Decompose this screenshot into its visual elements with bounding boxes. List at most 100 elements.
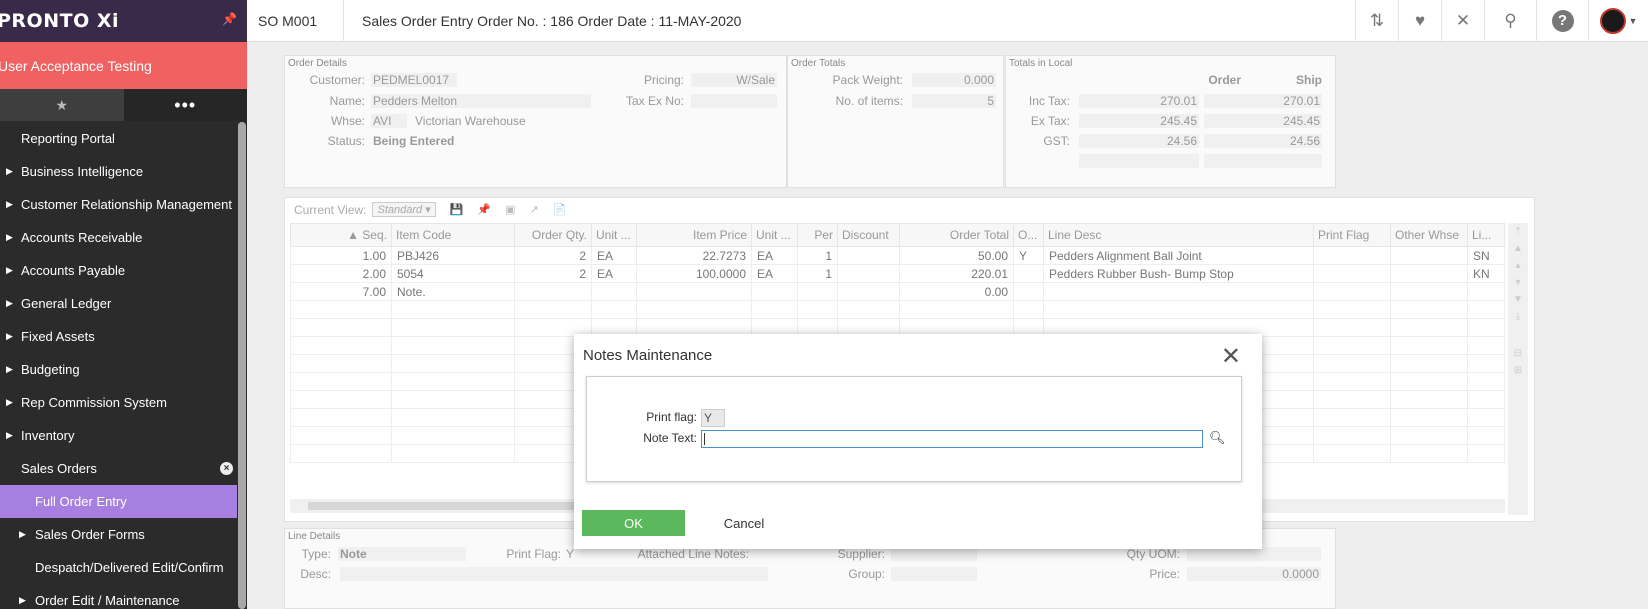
table-cell[interactable]: 1.00 bbox=[290, 246, 392, 265]
table-cell[interactable] bbox=[636, 282, 752, 301]
menu-item-despatch-delivered-edit-confirm[interactable]: Despatch/Delivered Edit/Confirm bbox=[0, 551, 237, 584]
table-cell[interactable] bbox=[1467, 300, 1505, 319]
menu-item-order-edit-maintenance[interactable]: ▶ Order Edit / Maintenance bbox=[0, 584, 237, 609]
transfer-icon[interactable]: ⇅ bbox=[1355, 0, 1398, 42]
export-icon[interactable]: ↗ bbox=[530, 203, 539, 216]
menu-item-accounts-payable[interactable]: ▶ Accounts Payable bbox=[0, 254, 237, 287]
view-select[interactable]: Standard ▾ bbox=[372, 202, 436, 217]
column-header[interactable]: Discount bbox=[837, 223, 900, 247]
table-cell[interactable]: 22.7273 bbox=[636, 246, 752, 265]
table-cell[interactable] bbox=[1390, 300, 1468, 319]
column-header[interactable]: Order Qty. bbox=[514, 223, 592, 247]
pin-view-icon[interactable]: 📌 bbox=[477, 203, 491, 216]
menu-item-customer-relationship-management[interactable]: ▶ Customer Relationship Management bbox=[0, 188, 237, 221]
table-cell[interactable] bbox=[391, 318, 515, 337]
table-cell[interactable]: 2 bbox=[514, 264, 592, 283]
table-cell[interactable]: 50.00 bbox=[899, 246, 1014, 265]
column-header[interactable]: Order Total bbox=[899, 223, 1014, 247]
table-cell[interactable] bbox=[391, 354, 515, 373]
scroll-top-icon[interactable]: ⤒ bbox=[1508, 223, 1528, 240]
table-cell[interactable] bbox=[391, 408, 515, 427]
heart-icon[interactable]: ♥ bbox=[1398, 0, 1441, 42]
table-cell[interactable] bbox=[1043, 300, 1314, 319]
table-cell[interactable] bbox=[1467, 444, 1505, 463]
table-cell[interactable]: EA bbox=[751, 264, 798, 283]
table-cell[interactable] bbox=[290, 372, 392, 391]
note-text-input[interactable] bbox=[701, 430, 1203, 448]
table-cell[interactable] bbox=[290, 390, 392, 409]
sidebar-scroll-thumb[interactable] bbox=[238, 122, 246, 609]
table-cell[interactable] bbox=[1467, 426, 1505, 445]
table-cell[interactable] bbox=[1390, 372, 1468, 391]
table-cell[interactable]: PBJ426 bbox=[391, 246, 515, 265]
grid-scroll-thumb[interactable] bbox=[308, 502, 576, 510]
column-header[interactable]: O... bbox=[1013, 223, 1044, 247]
table-cell[interactable] bbox=[1013, 300, 1044, 319]
menu-item-reporting-portal[interactable]: Reporting Portal bbox=[0, 122, 237, 155]
document-icon[interactable]: 📄 bbox=[553, 203, 567, 216]
table-cell[interactable] bbox=[837, 246, 900, 265]
menu-item-general-ledger[interactable]: ▶ General Ledger bbox=[0, 287, 237, 320]
column-header[interactable]: Per bbox=[797, 223, 838, 247]
table-cell[interactable] bbox=[391, 300, 515, 319]
table-cell[interactable] bbox=[1467, 354, 1505, 373]
table-cell[interactable] bbox=[1467, 408, 1505, 427]
table-cell[interactable]: Y bbox=[1013, 246, 1044, 265]
table-cell[interactable] bbox=[1390, 318, 1468, 337]
table-cell[interactable] bbox=[1390, 390, 1468, 409]
table-cell[interactable] bbox=[1313, 336, 1391, 355]
column-header[interactable]: Item Code bbox=[391, 223, 515, 247]
table-cell[interactable] bbox=[290, 318, 392, 337]
table-cell[interactable] bbox=[636, 300, 752, 319]
table-cell[interactable] bbox=[1043, 282, 1314, 301]
table-cell[interactable]: 5054 bbox=[391, 264, 515, 283]
table-cell[interactable] bbox=[391, 426, 515, 445]
table-cell[interactable] bbox=[1390, 336, 1468, 355]
more-tab[interactable]: ••• bbox=[123, 89, 247, 121]
cancel-button[interactable]: Cancel bbox=[714, 510, 774, 536]
scroll-bottom-icon[interactable]: ⤓ bbox=[1508, 308, 1528, 325]
column-header[interactable]: Print Flag bbox=[1313, 223, 1391, 247]
table-cell[interactable] bbox=[1313, 264, 1391, 283]
table-cell[interactable]: EA bbox=[591, 264, 637, 283]
help-icon[interactable]: ? bbox=[1536, 0, 1588, 42]
column-header[interactable]: Item Price bbox=[636, 223, 752, 247]
layout-icon[interactable]: ▣ bbox=[505, 203, 515, 216]
save-icon[interactable]: 💾 bbox=[450, 203, 464, 216]
table-cell[interactable]: Pedders Alignment Ball Joint bbox=[1043, 246, 1314, 265]
table-cell[interactable] bbox=[1390, 264, 1468, 283]
column-header[interactable]: Unit ... bbox=[591, 223, 637, 247]
table-cell[interactable] bbox=[591, 282, 637, 301]
table-cell[interactable]: SN bbox=[1467, 246, 1505, 265]
table-cell[interactable] bbox=[1313, 408, 1391, 427]
table-cell[interactable]: KN bbox=[1467, 264, 1505, 283]
table-cell[interactable] bbox=[391, 372, 515, 391]
table-cell[interactable] bbox=[899, 300, 1014, 319]
table-cell[interactable] bbox=[1467, 372, 1505, 391]
sidebar-scrollbar[interactable] bbox=[237, 122, 247, 609]
table-cell[interactable] bbox=[1313, 318, 1391, 337]
table-row[interactable]: 1.00 PBJ426 2 EA 22.7273 EA 1 50.00 Y Pedders Ali… bbox=[290, 246, 1505, 265]
table-cell[interactable]: 7.00 bbox=[290, 282, 392, 301]
menu-item-full-order-entry[interactable]: Full Order Entry bbox=[0, 485, 237, 518]
scroll-page-up-icon[interactable]: ▲ bbox=[1508, 240, 1528, 257]
table-cell[interactable] bbox=[391, 336, 515, 355]
table-cell[interactable] bbox=[1467, 390, 1505, 409]
grid-vertical-scroll[interactable]: ⤒ ▲ ▴ ▾ ▼ ⤓ ⊟ ⊞ bbox=[1508, 223, 1528, 515]
favorites-tab[interactable]: ★ bbox=[0, 89, 124, 121]
menu-item-accounts-receivable[interactable]: ▶ Accounts Receivable bbox=[0, 221, 237, 254]
column-header[interactable]: Li... bbox=[1467, 223, 1505, 247]
table-cell[interactable] bbox=[1313, 354, 1391, 373]
table-cell[interactable] bbox=[1313, 246, 1391, 265]
table-cell[interactable]: 0.00 bbox=[899, 282, 1014, 301]
table-cell[interactable]: 2 bbox=[514, 246, 592, 265]
menu-item-rep-commission-system[interactable]: ▶ Rep Commission System bbox=[0, 386, 237, 419]
table-cell[interactable]: Pedders Rubber Bush- Bump Stop bbox=[1043, 264, 1314, 283]
column-header[interactable]: ▲ Seq. bbox=[290, 223, 392, 247]
table-cell[interactable] bbox=[1390, 426, 1468, 445]
table-cell[interactable]: 220.01 bbox=[899, 264, 1014, 283]
table-cell[interactable] bbox=[514, 282, 592, 301]
table-cell[interactable]: EA bbox=[591, 246, 637, 265]
table-cell[interactable]: EA bbox=[751, 246, 798, 265]
table-row[interactable]: 7.00 Note. 0.00 bbox=[290, 282, 1505, 301]
